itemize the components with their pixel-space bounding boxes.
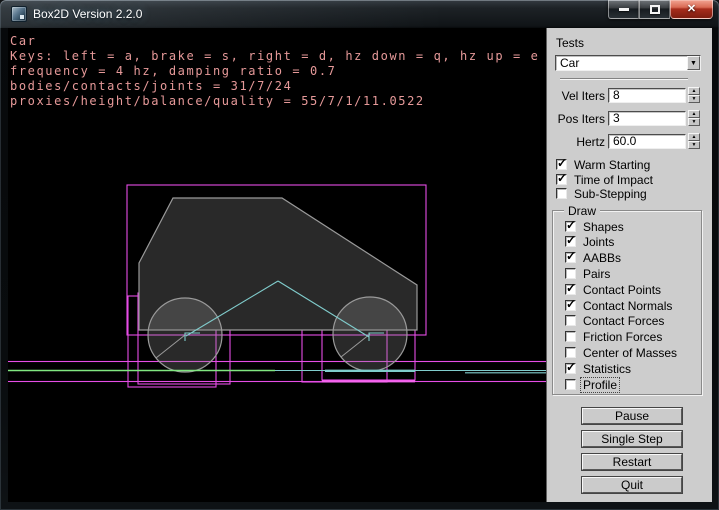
checkbox-label: Statistics [583, 362, 631, 376]
titlebar[interactable]: Box2D Version 2.2.0 ✕ [0, 0, 719, 28]
checkbox-box [565, 268, 576, 279]
control-panel: Tests Car ▼ Vel Iters 8 ▲ ▼ Pos Iters 3 … [546, 28, 712, 502]
tests-label: Tests [556, 36, 584, 50]
stats-line: frequency = 4 hz, damping ratio = 0.7 [10, 64, 539, 79]
maximize-button[interactable] [639, 0, 670, 19]
vel-iters-down-button[interactable]: ▼ [688, 95, 700, 103]
check-icon: ✓ [566, 250, 576, 262]
down-arrow-icon: ▼ [692, 97, 697, 102]
stats-line: Keys: left = a, brake = s, right = d, hz… [10, 49, 539, 64]
down-arrow-icon: ▼ [692, 143, 697, 148]
simulation-viewport[interactable]: CarKeys: left = a, brake = s, right = d,… [8, 28, 546, 502]
checkbox-box: ✓ [565, 252, 576, 263]
pos-iters-row: Pos Iters 3 ▲ ▼ [547, 111, 713, 127]
checkbox-label: Shapes [583, 220, 624, 234]
tests-dropdown-button[interactable]: ▼ [687, 56, 700, 70]
close-button[interactable]: ✕ [670, 0, 713, 19]
check-icon: ✓ [566, 282, 576, 294]
hertz-row: Hertz 60.0 ▲ ▼ [547, 134, 713, 150]
check-icon: ✓ [557, 172, 567, 184]
checkbox-label: Friction Forces [583, 330, 662, 344]
pos-iters-input[interactable]: 3 [608, 111, 686, 126]
checkbox-label: Center of Masses [583, 346, 677, 360]
tests-dropdown[interactable]: Car ▼ [555, 55, 701, 71]
stats-line: Car [10, 34, 539, 49]
checkbox-box [565, 379, 576, 390]
app-icon[interactable] [11, 6, 27, 22]
checkbox-label: Pairs [583, 267, 610, 281]
stats-line: bodies/contacts/joints = 31/7/24 [10, 79, 539, 94]
check-icon: ✓ [566, 298, 576, 310]
checkbox-box: ✓ [565, 221, 576, 232]
restart-button[interactable]: Restart [582, 454, 682, 470]
minimize-icon [619, 8, 629, 11]
maximize-icon [650, 5, 660, 14]
hertz-label: Hertz [547, 135, 605, 149]
window-title: Box2D Version 2.2.0 [33, 7, 142, 21]
ground-aabb [8, 362, 546, 382]
down-arrow-icon: ▼ [692, 120, 697, 125]
draw-group-title: Draw [564, 204, 600, 218]
pos-iters-down-button[interactable]: ▼ [688, 118, 700, 126]
vel-iters-label: Vel Iters [547, 89, 605, 103]
chevron-down-icon: ▼ [690, 60, 697, 67]
hertz-up-button[interactable]: ▲ [688, 133, 700, 141]
close-icon: ✕ [687, 4, 696, 15]
checkbox-label: Joints [583, 235, 614, 249]
vel-iters-row: Vel Iters 8 ▲ ▼ [547, 88, 713, 104]
checkbox-box [565, 331, 576, 342]
checkbox-box: ✓ [565, 300, 576, 311]
minimize-button[interactable] [608, 0, 639, 19]
checkbox-label: Contact Points [583, 283, 661, 297]
vel-iters-input[interactable]: 8 [608, 88, 686, 103]
debug-stats-text: CarKeys: left = a, brake = s, right = d,… [10, 34, 539, 109]
check-icon: ✓ [566, 234, 576, 246]
checkbox-label: Warm Starting [574, 158, 650, 172]
pos-iters-label: Pos Iters [547, 112, 605, 126]
up-arrow-icon: ▲ [692, 135, 697, 140]
pos-iters-spinner: ▲ ▼ [688, 110, 700, 127]
checkbox-label: Contact Forces [583, 314, 664, 328]
vel-iters-spinner: ▲ ▼ [688, 87, 700, 104]
checkbox-box [565, 315, 576, 326]
checkbox-box: ✓ [565, 236, 576, 247]
up-arrow-icon: ▲ [692, 89, 697, 94]
quit-button[interactable]: Quit [582, 477, 682, 493]
check-icon: ✓ [566, 219, 576, 231]
checkbox-label: Contact Normals [583, 299, 672, 313]
checkbox-box [565, 347, 576, 358]
pos-iters-up-button[interactable]: ▲ [688, 110, 700, 118]
vel-iters-up-button[interactable]: ▲ [688, 87, 700, 95]
checkbox-box: ✓ [565, 363, 576, 374]
checkbox-box [556, 188, 567, 199]
single-step-button[interactable]: Single Step [582, 431, 682, 447]
tests-dropdown-value: Car [560, 56, 579, 70]
check-icon: ✓ [557, 157, 567, 169]
up-arrow-icon: ▲ [692, 112, 697, 117]
checkbox-label: Profile [581, 378, 619, 392]
check-icon: ✓ [566, 361, 576, 373]
separator [560, 78, 688, 80]
hertz-input[interactable]: 60.0 [608, 134, 686, 149]
hertz-spinner: ▲ ▼ [688, 133, 700, 150]
checkbox-box: ✓ [565, 284, 576, 295]
checkbox-label: Sub-Stepping [574, 187, 647, 201]
checkbox-box: ✓ [556, 159, 567, 170]
stats-line: proxies/height/balance/quality = 55/7/1/… [10, 94, 539, 109]
pause-button[interactable]: Pause [582, 408, 682, 424]
box2d-testbed-window: Box2D Version 2.2.0 ✕ [0, 0, 719, 510]
hertz-down-button[interactable]: ▼ [688, 141, 700, 149]
checkbox-label: Time of Impact [574, 173, 653, 187]
checkbox-box: ✓ [556, 174, 567, 185]
checkbox-label: AABBs [583, 251, 621, 265]
